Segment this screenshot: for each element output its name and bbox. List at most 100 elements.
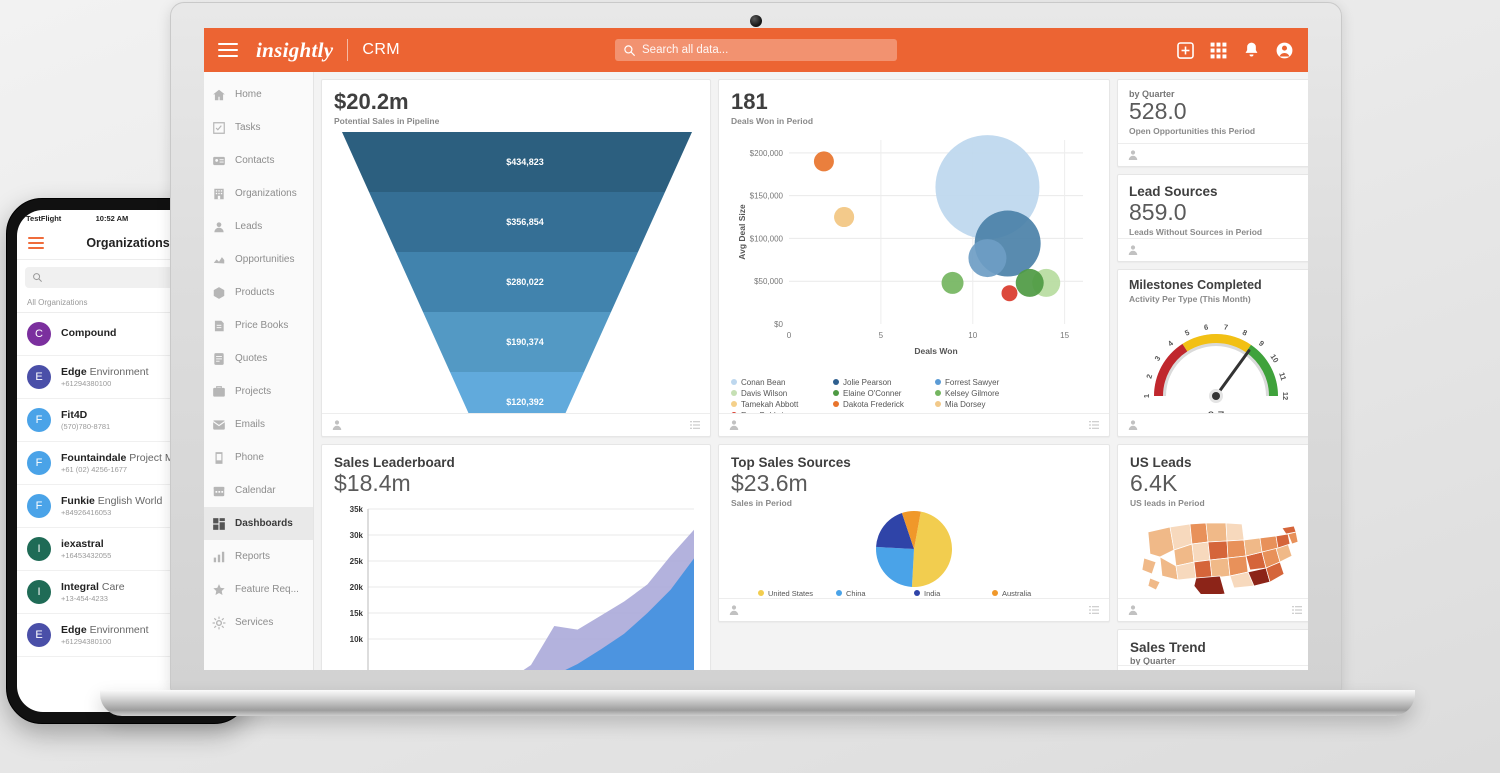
bubble-point[interactable] xyxy=(941,271,964,294)
notifications-bell-icon[interactable] xyxy=(1242,41,1261,60)
funnel-segment-label: $356,854 xyxy=(506,217,544,227)
list-view-icon[interactable] xyxy=(1088,419,1100,431)
user-account-icon[interactable] xyxy=(1275,41,1294,60)
list-view-icon[interactable] xyxy=(1088,604,1100,616)
sidebar-item-products[interactable]: Products xyxy=(204,276,313,309)
sidebar-item-reports[interactable]: Reports xyxy=(204,540,313,573)
sidebar-nav[interactable]: Home Tasks Contacts Organizations Leads Oppor… xyxy=(204,72,314,670)
menu-icon[interactable] xyxy=(218,39,238,61)
map-region[interactable] xyxy=(1189,522,1209,545)
legend-item[interactable]: Davis Wilson xyxy=(731,389,823,398)
sidebar-item-calendar[interactable]: Calendar xyxy=(204,474,313,507)
map-region[interactable] xyxy=(1225,522,1245,542)
card-lead-sources[interactable]: Lead Sources 859.0 Leads Without Sources… xyxy=(1117,174,1308,262)
funnel-segment-label: $434,823 xyxy=(506,157,544,167)
legend-label: Ezra Baldwin xyxy=(741,411,788,413)
sidebar-item-services[interactable]: Services xyxy=(204,606,313,639)
sidebar-item-price-books[interactable]: Price Books xyxy=(204,309,313,342)
bubble-point[interactable] xyxy=(1001,284,1018,301)
card-sales-leaderboard[interactable]: Sales Leaderboard $18.4m 35k 30k 25k 20k 15k… xyxy=(321,444,711,670)
brand-logo[interactable]: insightly xyxy=(256,38,333,63)
legend-item[interactable]: Elaine O'Conner xyxy=(833,389,925,398)
legend-item[interactable]: Jolie Pearson xyxy=(833,378,925,387)
add-icon[interactable] xyxy=(1176,41,1195,60)
legend-label: Mia Dorsey xyxy=(945,399,986,409)
legend-item[interactable]: Ezra Baldwin xyxy=(731,411,823,413)
global-search[interactable] xyxy=(615,39,897,61)
owner-person-icon[interactable] xyxy=(1127,244,1139,256)
card-top-sales-sources[interactable]: Top Sales Sources $23.6m Sales in Period… xyxy=(718,444,1110,622)
owner-person-icon[interactable] xyxy=(728,419,740,431)
reports-icon xyxy=(213,551,225,562)
sidebar-item-label: Emails xyxy=(235,419,266,430)
sidebar-item-dashboards[interactable]: Dashboards xyxy=(204,507,313,540)
legend-label: Conan Bean xyxy=(741,377,786,387)
sidebar-item-label: Feature Req... xyxy=(235,584,299,595)
contacts-icon xyxy=(213,156,225,165)
tasks-icon xyxy=(213,121,225,134)
bubble-point[interactable] xyxy=(834,206,855,227)
card-deals-won[interactable]: 181 Deals Won in Period $0 $50,000 $100,00… xyxy=(718,79,1110,437)
sidebar-item-emails[interactable]: Emails xyxy=(204,408,313,441)
sidebar-item-leads[interactable]: Leads xyxy=(204,210,313,243)
map-region[interactable] xyxy=(1147,577,1161,591)
sidebar-item-phone[interactable]: Phone xyxy=(204,441,313,474)
sidebar-item-contacts[interactable]: Contacts xyxy=(204,144,313,177)
leaderboard-value: $18.4m xyxy=(334,469,411,496)
map-region[interactable] xyxy=(1207,540,1229,561)
owner-person-icon[interactable] xyxy=(1127,419,1139,431)
list-view-icon[interactable] xyxy=(1291,604,1303,616)
us-leads-value: 6.4K xyxy=(1130,469,1178,496)
sidebar-item-projects[interactable]: Projects xyxy=(204,375,313,408)
map-region[interactable] xyxy=(1193,575,1226,594)
bubble-point[interactable] xyxy=(1015,268,1044,297)
owner-person-icon[interactable] xyxy=(728,604,740,616)
legend-item[interactable]: Mia Dorsey xyxy=(935,400,1027,409)
card-open-opportunities[interactable]: by Quarter 528.0 Open Opportunities this… xyxy=(1117,79,1308,167)
sources-value: $23.6m xyxy=(731,469,808,496)
phone-menu-icon[interactable] xyxy=(28,234,44,252)
search-input[interactable] xyxy=(642,44,889,56)
card-milestones-completed[interactable]: Milestones Completed Activity Per Type (… xyxy=(1117,269,1308,437)
card-us-leads[interactable]: US Leads 6.4K US leads in Period xyxy=(1117,444,1308,622)
owner-person-icon[interactable] xyxy=(1127,149,1139,161)
brand-divider xyxy=(347,39,349,61)
legend-item[interactable]: Dakota Frederick xyxy=(833,400,925,409)
sidebar-item-organizations[interactable]: Organizations xyxy=(204,177,313,210)
map-region[interactable] xyxy=(1191,541,1211,563)
card-sales-trend[interactable]: Sales Trend by Quarter $55.4K Avg Sales … xyxy=(1117,629,1308,670)
pipeline-value: $20.2m xyxy=(334,89,409,114)
us-map-svg xyxy=(1141,522,1299,594)
owner-person-icon[interactable] xyxy=(331,419,343,431)
map-region[interactable] xyxy=(1141,557,1157,575)
sidebar-item-quotes[interactable]: Quotes xyxy=(204,342,313,375)
legend-item[interactable]: Forrest Sawyer xyxy=(935,378,1027,387)
sidebar-item-home[interactable]: Home xyxy=(204,78,313,111)
legend-item[interactable]: Tamekah Abbott xyxy=(731,400,823,409)
legend-item[interactable]: India xyxy=(914,589,982,598)
sidebar-item-opportunities[interactable]: Opportunities xyxy=(204,243,313,276)
map-region[interactable] xyxy=(1205,522,1228,543)
legend-item[interactable]: China xyxy=(836,589,904,598)
bubble-point[interactable] xyxy=(813,151,834,172)
funnel-segment[interactable] xyxy=(450,371,584,413)
bubble-point[interactable] xyxy=(968,238,1007,277)
pie-slice[interactable] xyxy=(876,546,914,587)
legend-item[interactable]: United States xyxy=(758,589,826,598)
legend-item[interactable]: Kelsey Gilmore xyxy=(935,389,1027,398)
y-axis-tick: 25k xyxy=(350,557,364,566)
sidebar-item-tasks[interactable]: Tasks xyxy=(204,111,313,144)
sidebar-item-feature-req[interactable]: Feature Req... xyxy=(204,573,313,606)
bubble-chart-legend: Conan Bean Jolie Pearson Forrest Sawyer Dav… xyxy=(731,376,1097,413)
map-region[interactable] xyxy=(1209,557,1231,579)
legend-item[interactable]: Australia xyxy=(992,589,1060,598)
apps-grid-icon[interactable] xyxy=(1209,41,1228,60)
map-region[interactable] xyxy=(1226,539,1247,559)
gauge-tick-label: 3 xyxy=(1153,354,1163,362)
legend-item[interactable]: Conan Bean xyxy=(731,378,823,387)
owner-person-icon[interactable] xyxy=(1127,604,1139,616)
map-region[interactable] xyxy=(1147,526,1175,558)
map-region[interactable] xyxy=(1193,559,1213,579)
card-sales-pipeline[interactable]: $20.2m Potential Sales in Pipeline $434,… xyxy=(321,79,711,437)
list-view-icon[interactable] xyxy=(689,419,701,431)
